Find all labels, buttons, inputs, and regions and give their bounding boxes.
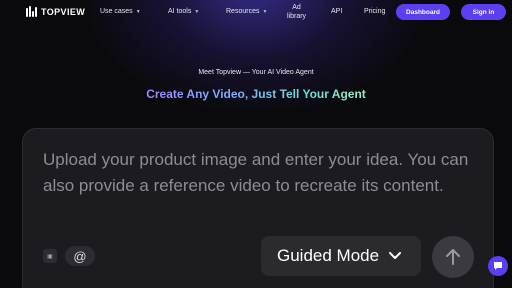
prompt-composer: Upload your product image and enter your…	[22, 128, 494, 288]
nav-resources-label: Resources	[226, 8, 260, 15]
nav-pricing-label: Pricing	[364, 8, 386, 15]
brand-name: TOPVIEW	[41, 6, 86, 17]
nav-ad-library-label-2: library	[287, 13, 307, 20]
mention-button[interactable]: @	[65, 246, 95, 266]
chat-bubble-icon	[494, 262, 502, 270]
chevron-down-icon	[389, 252, 402, 259]
chevron-down-icon: ▼	[194, 8, 200, 15]
dashboard-button[interactable]: Dashboard	[396, 4, 450, 20]
media-upload-icon[interactable]: ▣	[43, 249, 57, 263]
prompt-input[interactable]: Upload your product image and enter your…	[43, 147, 483, 199]
mode-selector-label: Guided Mode	[277, 246, 380, 265]
chevron-down-icon: ▼	[262, 8, 268, 15]
hero-headline-text: Create Any Video, Just Tell Your Agent	[146, 87, 366, 101]
chat-support-button[interactable]	[488, 256, 508, 276]
send-button[interactable]	[432, 236, 474, 278]
topview-logo-icon	[26, 6, 37, 17]
nav-use-cases[interactable]: Use cases ▼	[100, 8, 141, 15]
sign-in-button[interactable]: Sign in	[461, 4, 506, 20]
hero-subtitle: Meet Topview — Your AI Video Agent	[198, 69, 314, 76]
nav-resources[interactable]: Resources ▼	[226, 8, 267, 15]
nav-use-cases-label: Use cases	[100, 8, 133, 15]
top-navbar: TOPVIEW Use cases ▼ AI tools ▼ Resources…	[0, 0, 512, 24]
at-sign-icon: @	[73, 248, 87, 264]
nav-api[interactable]: API	[331, 8, 342, 15]
arrow-up-icon	[446, 249, 460, 265]
mode-selector[interactable]: Guided Mode	[261, 236, 421, 276]
chevron-down-icon: ▼	[135, 8, 141, 15]
nav-ad-library[interactable]: Ad library	[287, 3, 306, 21]
nav-pricing[interactable]: Pricing	[364, 8, 385, 15]
brand-logo[interactable]: TOPVIEW	[26, 6, 85, 17]
nav-api-label: API	[331, 8, 343, 15]
hero-headline: Create Any Video, Just Tell Your Agent	[0, 87, 512, 101]
nav-ad-library-label-1: Ad	[292, 4, 301, 11]
nav-ai-tools-label: AI tools	[168, 8, 192, 15]
nav-ai-tools[interactable]: AI tools ▼	[168, 8, 199, 15]
